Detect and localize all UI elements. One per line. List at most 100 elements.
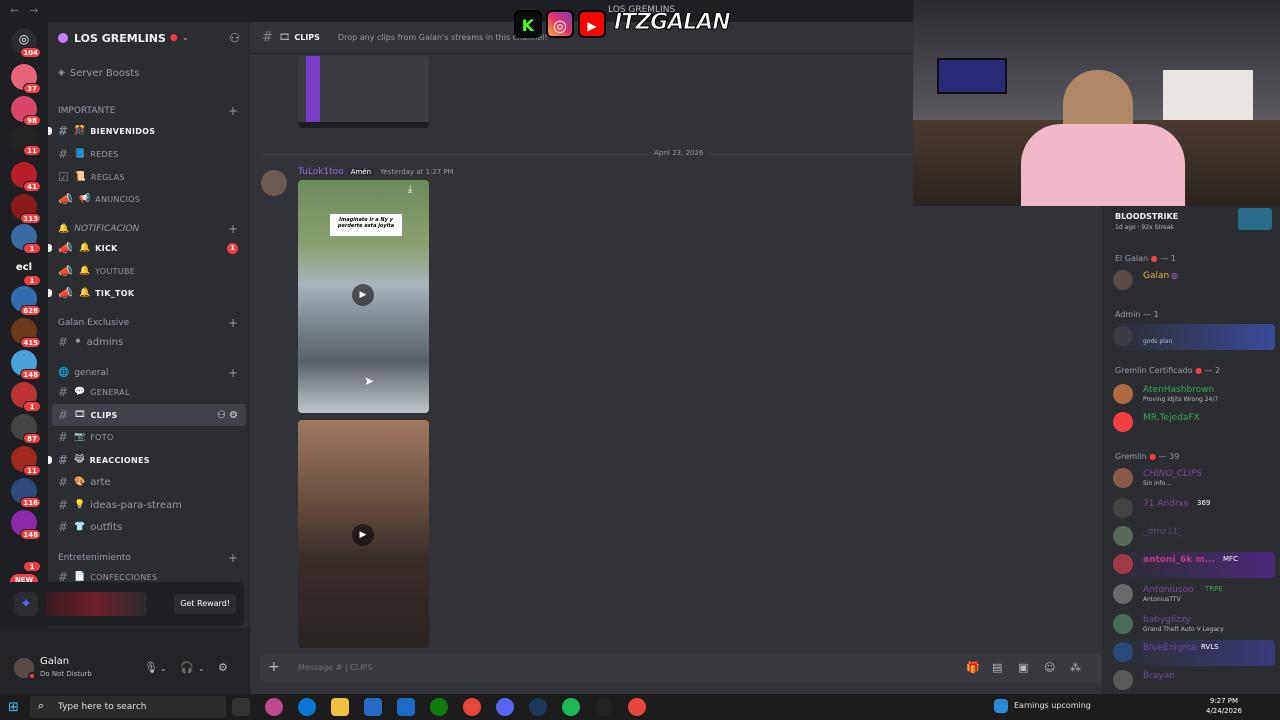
chrome-icon[interactable] <box>463 698 481 716</box>
channel-reacciones[interactable]: # 😹 REACCIONES <box>48 449 246 471</box>
channel-foto[interactable]: # 📷 FOTO <box>52 426 246 448</box>
channel-youtube[interactable]: 📣 🔔 YOUTUBE <box>52 260 246 282</box>
channel-kick[interactable]: 📣 🔔 KICK 1 <box>48 237 246 259</box>
server-icon[interactable]: 628 <box>11 286 41 316</box>
attach-plus-icon[interactable]: + <box>268 659 280 675</box>
server-icon[interactable]: 11 <box>11 446 41 476</box>
discord-icon[interactable] <box>496 698 514 716</box>
gear-icon[interactable]: ⚙ <box>218 661 228 674</box>
server-icon[interactable]: 98 <box>11 96 41 126</box>
spotify-icon[interactable] <box>562 698 580 716</box>
server-boosts-link[interactable]: ◈ Server Boosts <box>52 62 246 84</box>
member-status-text: Proving Idjits Wrong 24/7 <box>1143 396 1219 403</box>
message-input[interactable]: Message # | CLIPS <box>298 663 372 672</box>
mail-icon[interactable] <box>397 698 415 716</box>
channel-bienvenidos[interactable]: # 🎊 BIENVENIDOS <box>48 120 246 142</box>
channel-redes[interactable]: # 📘 REDES <box>52 143 246 165</box>
taskbar-search[interactable]: ⌕ Type here to search <box>30 696 226 718</box>
edge-icon[interactable] <box>298 698 316 716</box>
server-icon[interactable]: 11 <box>11 126 41 156</box>
member-item[interactable]: 71 Andrxs 369 <box>1113 496 1275 520</box>
server-icon[interactable]: 87 <box>11 414 41 444</box>
forward-icon[interactable]: → <box>29 4 38 17</box>
emoji-icon[interactable]: ☺ <box>1044 661 1055 674</box>
avatar[interactable] <box>261 170 287 196</box>
channel-tik-tok[interactable]: 📣 🔔 TIK_TOK <box>48 282 246 304</box>
weather-icon[interactable] <box>994 699 1008 713</box>
server-icon[interactable]: 41 <box>11 162 41 192</box>
add-channel-icon[interactable]: + <box>228 316 238 330</box>
server-icon[interactable]: 148 <box>11 510 41 540</box>
server-icon[interactable]: ecl 1 <box>11 256 41 286</box>
member-item[interactable]: BlueEnigma RVLS <box>1113 640 1275 666</box>
video-attachment[interactable]: ▶ <box>298 420 429 648</box>
channel-arte[interactable]: # 🎨 arte <box>52 471 246 493</box>
clock[interactable]: 9:27 PM 4/24/2026 <box>1206 696 1242 716</box>
server-icon[interactable]: 113 <box>11 194 41 224</box>
member-item[interactable]: gods plan <box>1113 324 1275 350</box>
member-item[interactable]: CHINO_CLIPS Sin info... <box>1113 466 1275 490</box>
member-item[interactable]: MR.TejedaFX <box>1113 410 1275 434</box>
gift-icon[interactable]: 🎁 <box>966 661 980 674</box>
add-channel-icon[interactable]: + <box>228 366 238 380</box>
category-importante[interactable]: IMPORTANTE + <box>52 100 246 122</box>
message-composer[interactable]: + Message # | CLIPS 🎁 ▤ ▣ ☺ ⁂ <box>260 654 1104 682</box>
play-icon[interactable]: ▶ <box>352 284 374 306</box>
channel-outfits[interactable]: # 👕 outfits <box>52 516 246 538</box>
add-member-icon[interactable]: ⚇ <box>229 31 240 45</box>
task-view-icon[interactable] <box>232 698 250 716</box>
server-icon[interactable]: 148 <box>11 350 41 380</box>
apps-icon[interactable]: ⁂ <box>1070 661 1081 674</box>
earnings-widget[interactable]: Earnings upcoming <box>1014 701 1091 710</box>
play-icon[interactable]: ▶ <box>352 524 374 546</box>
channel-admins[interactable]: # ⚫ admins <box>52 331 246 353</box>
windows-start-icon[interactable]: ⊞ <box>8 700 19 715</box>
chevron-down-icon[interactable]: ⌄ <box>198 664 205 673</box>
member-item[interactable]: babyglizzy Grand Theft Auto V Legacy <box>1113 612 1275 636</box>
headphones-icon[interactable]: 🎧 <box>180 661 194 674</box>
add-channel-icon[interactable]: + <box>228 104 238 118</box>
server-icon[interactable]: 116 <box>11 478 41 508</box>
document-icon: 📄 <box>74 572 86 582</box>
channel-ideas-para-stream[interactable]: # 💡 ideas-para-stream <box>52 494 246 516</box>
back-icon[interactable]: ← <box>10 4 19 17</box>
channel-general[interactable]: # 💬 GENERAL <box>52 381 246 403</box>
chrome-icon[interactable] <box>628 698 646 716</box>
member-item[interactable]: AtenHashbrown Proving Idjits Wrong 24/7 <box>1113 382 1275 406</box>
nav-arrows[interactable]: ← → <box>0 4 38 17</box>
add-channel-icon[interactable]: + <box>228 551 238 565</box>
store-icon[interactable] <box>364 698 382 716</box>
copilot-icon[interactable] <box>265 698 283 716</box>
server-icon[interactable]: 1 <box>11 224 41 254</box>
server-header[interactable]: LOS GREMLINS ● ⌄ ⚇ <box>48 22 250 54</box>
channel-reglas[interactable]: ☑ 📜 REGLAS <box>52 166 246 188</box>
member-item[interactable]: Galan ◎ <box>1113 268 1275 292</box>
server-icon[interactable]: 1 <box>11 382 41 412</box>
channel-anuncios[interactable]: 📣 📢 ANUNCIOS <box>52 188 246 210</box>
gif-icon[interactable]: ▤ <box>992 661 1002 674</box>
file-explorer-icon[interactable] <box>331 698 349 716</box>
get-reward-button[interactable]: Get Reward! <box>174 594 236 614</box>
xbox-icon[interactable] <box>430 698 448 716</box>
discord-home-icon[interactable]: ◎ 104 <box>11 28 41 58</box>
add-channel-icon[interactable]: + <box>228 222 238 236</box>
member-item[interactable]: Brayan <box>1113 668 1275 692</box>
steam-icon[interactable] <box>529 698 547 716</box>
channel-clips[interactable]: # 🎞 CLIPS ⚇ ⚙ <box>52 404 246 426</box>
download-icon[interactable]: ⤓ <box>408 184 424 198</box>
obs-icon[interactable] <box>595 698 613 716</box>
server-icon[interactable]: 1 <box>11 542 41 572</box>
chevron-down-icon[interactable]: ⌄ <box>160 664 167 673</box>
member-item[interactable]: antoni_6k m... MFC <box>1113 552 1275 578</box>
server-icon[interactable]: 415 <box>11 318 41 348</box>
channel-settings-icon[interactable]: ⚇ ⚙ <box>217 410 238 421</box>
previous-video-attachment[interactable] <box>298 56 429 128</box>
sticker-icon[interactable]: ▣ <box>1018 661 1028 674</box>
microphone-icon[interactable]: 🎙 <box>144 661 158 674</box>
member-item[interactable]: _dmz11_ <box>1113 524 1275 548</box>
member-item[interactable]: Antoniusoo TRPE AntoniusTTV <box>1113 582 1275 606</box>
message-author[interactable]: TuLok1too <box>298 167 344 177</box>
username[interactable]: Galan <box>40 656 69 667</box>
nitro-promo-banner[interactable]: ✦ Get Reward! <box>6 582 244 626</box>
server-icon[interactable]: 37 <box>11 64 41 94</box>
